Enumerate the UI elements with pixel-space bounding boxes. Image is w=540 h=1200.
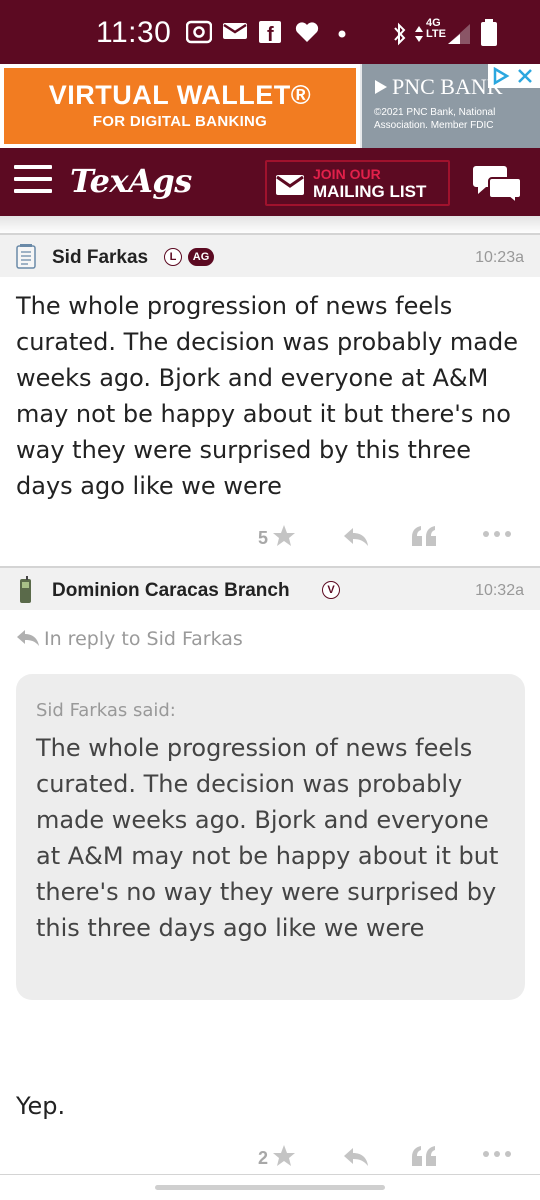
notification-dot-icon [338,30,346,38]
verified-badge: V [322,581,340,599]
ad-choices[interactable] [488,64,540,88]
mailing-list-button[interactable]: JOIN OUR MAILING LIST [265,160,450,206]
site-logo[interactable]: TexAgs [70,162,192,200]
close-ad-icon[interactable] [516,67,534,85]
ad-banner[interactable]: VIRTUAL WALLET® FOR DIGITAL BANKING PNC … [0,64,540,148]
mail-icon [223,23,247,39]
status-time: 11:30 [96,16,172,49]
post-actions: 2 [0,1134,540,1174]
signal-icon [448,24,470,44]
more-options-icon[interactable] [482,530,512,538]
reply-arrow-icon [17,630,39,646]
quote-author: Sid Farkas said: [36,700,176,721]
facebook-icon: f [259,21,281,44]
ad-promo: VIRTUAL WALLET® FOR DIGITAL BANKING [4,68,356,144]
notepad-icon [16,244,36,269]
in-reply-to-text: In reply to Sid Farkas [44,628,243,650]
star-rating-button[interactable]: 5 [258,524,296,549]
star-count: 2 [258,1148,269,1168]
ad-subtitle: FOR DIGITAL BANKING [92,113,268,130]
post-time[interactable]: 10:23a [475,249,524,267]
post-author[interactable]: Dominion Caracas Branch [52,580,290,602]
ad-left-panel: VIRTUAL WALLET® FOR DIGITAL BANKING [0,64,360,148]
header-shadow [0,216,540,234]
post-body: Yep. [16,1092,66,1120]
mailing-list-top: JOIN OUR [313,166,381,182]
screenshot-icon [186,20,212,44]
star-icon [273,1145,296,1166]
letterman-badge: L [164,248,182,266]
chat-bubbles-icon[interactable] [472,164,524,204]
svg-text:f: f [267,24,274,44]
post-body: The whole progression of news feels cura… [16,292,518,500]
reply-icon[interactable] [342,1146,370,1168]
in-reply-to-link[interactable]: In reply to Sid Farkas [16,628,243,650]
ad-bank-name: PNC BANK [392,74,503,99]
ag-badge: AG [188,248,214,266]
envelope-icon [276,175,304,195]
ad-legal: ©2021 PNC Bank, National Association. Me… [374,107,496,131]
hamburger-menu-icon[interactable] [14,165,52,197]
quote-icon[interactable] [410,1144,438,1168]
cellphone-icon [20,576,31,603]
post-time[interactable]: 10:32a [475,582,524,600]
mailing-list-bottom: MAILING LIST [313,182,427,201]
quote-icon[interactable] [410,524,438,548]
post-header: Dominion Caracas Branch V 10:32a [0,566,540,610]
ad-title: VIRTUAL WALLET® [48,80,312,110]
reply-icon[interactable] [342,526,370,548]
data-arrows-icon [415,26,423,42]
quote-block: Sid Farkas said: The whole progression o… [16,674,525,1000]
star-rating-button[interactable]: 2 [258,1144,296,1169]
pnc-logo-icon [375,80,387,94]
post-header: Sid Farkas L AG 10:23a [0,233,540,277]
more-options-icon[interactable] [482,1150,512,1158]
status-bar: 11:30 f 4G LTE [0,0,540,64]
post-divider [0,1174,540,1175]
bluetooth-icon [394,22,406,46]
post-author[interactable]: Sid Farkas [52,247,148,269]
battery-icon [481,19,497,46]
adchoices-icon[interactable] [492,67,510,85]
heart-icon [295,22,319,42]
star-count: 5 [258,528,269,548]
post-actions: 5 [0,514,540,554]
site-header: TexAgs JOIN OUR MAILING LIST [0,148,540,216]
quote-text: The whole progression of news feels cura… [36,734,499,942]
star-icon [273,525,296,546]
home-gesture-bar[interactable] [155,1185,385,1190]
